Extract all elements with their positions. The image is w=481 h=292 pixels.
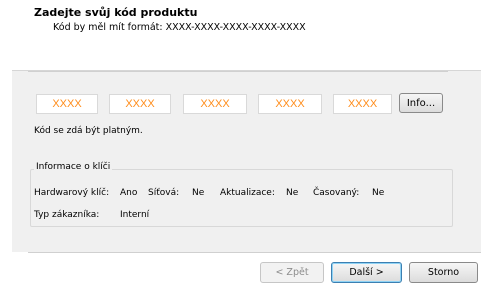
product-key-field-1[interactable]: XXXX [36, 94, 98, 114]
wizard-header: Zadejte svůj kód produktu Kód by měl mít… [0, 0, 481, 70]
network-label: Síťová: [148, 188, 180, 198]
product-key-field-5[interactable]: XXXX [333, 94, 392, 114]
hardware-key-label: Hardwarový klíč: [34, 188, 110, 198]
network-value: Ne [192, 188, 205, 198]
updates-label: Aktualizace: [220, 188, 275, 198]
footer-divider [28, 252, 481, 253]
page-subtitle: Kód by měl mít formát: XXXX-XXXX-XXXX-XX… [53, 22, 306, 33]
back-button[interactable]: < Zpět [260, 262, 324, 283]
timed-label: Časovaný: [313, 188, 360, 198]
validation-status: Kód se zdá být platným. [34, 126, 143, 136]
info-button[interactable]: Info... [399, 93, 443, 113]
customer-type-label: Typ zákazníka: [34, 210, 100, 220]
cancel-button[interactable]: Storno [409, 262, 478, 283]
timed-value: Ne [372, 188, 385, 198]
page-title: Zadejte svůj kód produktu [34, 6, 198, 19]
customer-type-value: Interní [120, 210, 150, 220]
hardware-key-value: Ano [120, 188, 138, 198]
product-key-field-4[interactable]: XXXX [258, 94, 322, 114]
product-key-field-3[interactable]: XXXX [183, 94, 247, 114]
updates-value: Ne [286, 188, 299, 198]
product-key-field-2[interactable]: XXXX [109, 94, 171, 114]
next-button[interactable]: Další > [331, 262, 402, 283]
header-divider [28, 71, 448, 72]
key-info-group-label: Informace o klíči [34, 162, 113, 172]
